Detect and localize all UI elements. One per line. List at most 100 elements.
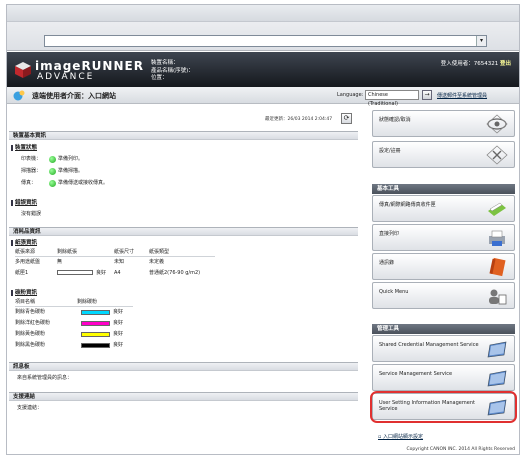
quick-menu-card[interactable]: Quick Menu xyxy=(372,282,515,309)
toner-black-name: 剩餘黑色碳粉 xyxy=(15,342,46,348)
paper-level-bar xyxy=(57,270,93,275)
paper-size: A4 xyxy=(114,270,121,276)
device-name-label: 裝置名稱： xyxy=(151,60,179,66)
settings-label: 設定/註冊 xyxy=(379,148,401,154)
login-user: 登入使用者：7654321 xyxy=(440,61,499,67)
paper-info-title: 紙張資訊 xyxy=(11,240,37,246)
toner-magenta-value: 良好 xyxy=(113,320,124,326)
fax-inbox-label: 傳真/網際網路傳真收件匣 xyxy=(379,202,436,208)
settings-gear-icon xyxy=(486,145,508,165)
portal-display-settings-link[interactable]: ▫ 入口網站顯示設定 xyxy=(378,433,423,440)
toner-header-remaining: 剩餘碳粉 xyxy=(77,299,98,305)
address-bar[interactable]: ▾ xyxy=(44,35,487,47)
section-message-board: 訊息板 xyxy=(9,362,358,371)
paper-type: 普通紙2(76-90 g/m2) xyxy=(149,270,201,276)
paper-source: 多用途紙盤 xyxy=(15,259,41,265)
eye-icon xyxy=(486,114,508,134)
fax-inbox-icon xyxy=(488,202,506,216)
paper-header-size: 紙張尺寸 xyxy=(114,249,135,255)
service-management-card[interactable]: Service Management Service xyxy=(372,364,515,391)
browser-window: ▾ imageRUNNER ADVANCE 裝置名稱： 產品名稱(序號)： 位置… xyxy=(6,4,520,455)
language-select[interactable]: Chinese (Traditional) xyxy=(365,90,419,107)
scanner-status: 準備掃描。 xyxy=(58,168,84,174)
mail-admin-link[interactable]: 傳送郵件至系統管理員 xyxy=(437,92,487,99)
language-apply-button[interactable]: → xyxy=(422,90,432,100)
service-management-label: Service Management Service xyxy=(379,371,453,377)
login-info: 登入使用者：7654321 登出 xyxy=(441,59,511,67)
fax-label: 傳真： xyxy=(21,180,37,186)
status-ok-icon xyxy=(49,180,56,187)
status-monitor-label: 狀態確認/取消 xyxy=(379,117,411,123)
support-link-text[interactable]: 支援連結： xyxy=(17,405,42,411)
brand-subname: ADVANCE xyxy=(37,72,95,82)
status-monitor-card[interactable]: 狀態確認/取消 xyxy=(372,110,515,137)
shared-credential-label: Shared Credential Management Service xyxy=(379,342,479,348)
portal-bar: 遠端使用者介面：入口網站 Language: Chinese (Traditio… xyxy=(7,87,519,107)
divider xyxy=(15,256,215,257)
browser-title-bar xyxy=(7,5,519,22)
fax-inbox-card[interactable]: 傳真/網際網路傳真收件匣 xyxy=(372,195,515,222)
paper-type: 未定義 xyxy=(149,259,165,265)
address-dropdown-icon[interactable]: ▾ xyxy=(476,36,486,46)
service-icon xyxy=(487,370,507,387)
refresh-button[interactable]: ⟳ xyxy=(341,113,352,124)
paper-remaining: 良好 xyxy=(96,270,107,276)
language-label: Language: xyxy=(337,92,364,98)
status-ok-icon xyxy=(49,156,56,163)
header: imageRUNNER ADVANCE 裝置名稱： 產品名稱(序號)： 位置： … xyxy=(7,52,519,87)
brand-name: imageRUNNER xyxy=(35,59,144,73)
paper-source: 紙匣1 xyxy=(15,270,29,276)
shared-credential-card[interactable]: Shared Credential Management Service xyxy=(372,335,515,362)
address-book-card[interactable]: 通訊錄 xyxy=(372,253,515,280)
toner-cyan-name: 剩餘青色碳粉 xyxy=(15,309,46,315)
paper-header-remaining: 剩餘紙張 xyxy=(57,249,78,255)
logout-link[interactable]: 登出 xyxy=(500,61,511,67)
address-book-label: 通訊錄 xyxy=(379,260,395,266)
paper-size: 未知 xyxy=(114,259,125,265)
paper-header-source: 紙張來源 xyxy=(15,249,36,255)
last-updated: 最近更新：26/03 2014 2:04:47 xyxy=(265,117,333,122)
browser-chrome: ▾ xyxy=(7,5,519,51)
paper-remaining: 無 xyxy=(57,259,63,265)
direct-print-label: 直接列印 xyxy=(379,231,400,237)
paper-header-type: 紙張類型 xyxy=(149,249,170,255)
copyright: Copyright CANON INC. 2014 All Rights Res… xyxy=(406,447,515,452)
toner-magenta-name: 剩餘洋紅色碳粉 xyxy=(15,320,51,326)
printer-icon xyxy=(489,230,505,246)
admin-tools-header: 管理工具 xyxy=(372,324,515,334)
quick-menu-icon xyxy=(489,289,507,305)
toner-black-bar xyxy=(81,343,110,348)
toner-yellow-value: 良好 xyxy=(113,331,124,337)
settings-card[interactable]: 設定/註冊 xyxy=(372,141,515,168)
error-info-value: 沒有錯誤 xyxy=(21,211,42,217)
toner-yellow-name: 剩餘黃色碳粉 xyxy=(15,331,46,337)
section-consumables: 消耗品資訊 xyxy=(9,227,358,236)
direct-print-card[interactable]: 直接列印 xyxy=(372,224,515,251)
quick-menu-label: Quick Menu xyxy=(379,289,409,295)
toner-info-title: 碳粉資訊 xyxy=(11,290,37,296)
fax-status: 準備傳送或接收傳真。 xyxy=(58,180,109,186)
address-book-icon xyxy=(489,257,506,277)
toner-header-item: 項目名稱 xyxy=(15,299,36,305)
portal-icon xyxy=(13,90,25,101)
error-info-title: 錯誤資訊 xyxy=(11,200,37,206)
highlight-outline xyxy=(370,391,517,423)
printer-status: 準備列印。 xyxy=(58,156,84,162)
toner-cyan-value: 良好 xyxy=(113,309,124,315)
section-support: 支援連結 xyxy=(9,392,358,401)
basic-tools-header: 基本工具 xyxy=(372,184,515,194)
divider xyxy=(15,306,133,307)
location-label: 位置： xyxy=(151,75,168,81)
toner-black-value: 良好 xyxy=(113,342,124,348)
device-info: 裝置名稱： 產品名稱(序號)： 位置： xyxy=(151,60,194,83)
toner-cyan-bar xyxy=(81,310,110,315)
scanner-label: 掃描器： xyxy=(21,168,42,174)
portal-display-settings-label: 入口網站顯示設定 xyxy=(382,434,423,440)
service-icon xyxy=(487,341,507,358)
imagerunner-logo-icon xyxy=(15,62,31,78)
page-title: 遠端使用者介面：入口網站 xyxy=(32,92,116,100)
toner-yellow-bar xyxy=(81,332,110,337)
main-panel: 最近更新：26/03 2014 2:04:47 ⟳ 裝置基本資訊 裝置狀態 印表… xyxy=(7,105,362,454)
product-name-label: 產品名稱(序號)： xyxy=(151,67,194,74)
message-board-text: 來自系統管理員的訊息： xyxy=(17,375,73,381)
